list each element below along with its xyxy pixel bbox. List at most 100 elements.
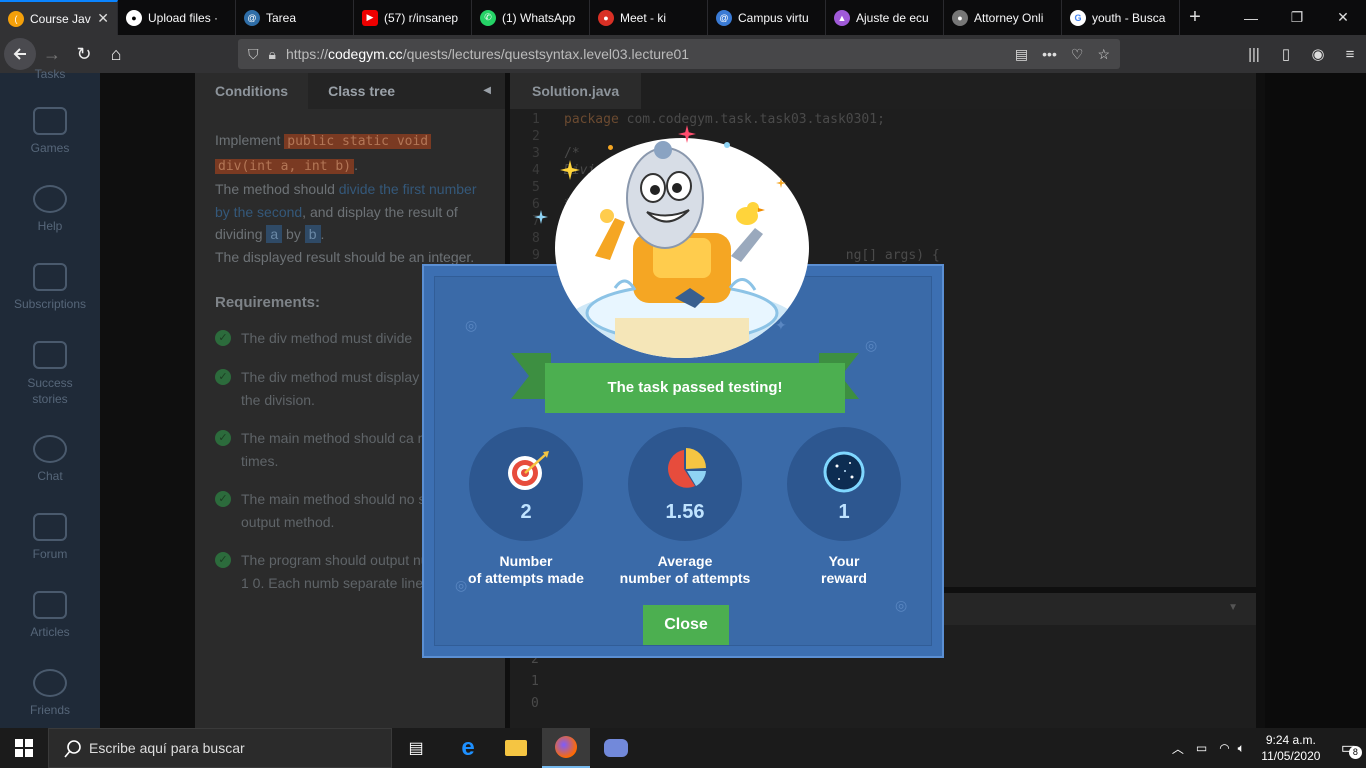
close-tab-icon[interactable]: ✕ — [97, 10, 109, 27]
browser-tab-attorney[interactable]: ● Attorney Onli — [944, 0, 1062, 35]
notification-count-badge: 8 — [1348, 746, 1362, 759]
browser-tab-whatsapp[interactable]: ✆ (1) WhatsApp — [472, 0, 590, 35]
reward-stat: 1 — [787, 427, 901, 541]
sparkle-icon — [678, 125, 696, 143]
tab-label: Course Jav — [30, 11, 91, 26]
search-icon — [64, 740, 81, 758]
pocket-icon[interactable]: ♡ — [1071, 46, 1084, 63]
sidebar-item-friends[interactable]: Friends — [0, 669, 100, 717]
sidebar-item-success-stories[interactable]: Success stories — [0, 341, 100, 407]
minimize-icon[interactable]: — — [1228, 0, 1274, 35]
browser-tab-github[interactable]: ● Upload files · — [118, 0, 236, 35]
tab-conditions[interactable]: Conditions — [195, 73, 309, 109]
label-line: Number — [499, 553, 553, 569]
battery-icon[interactable]: ▭ — [1196, 741, 1207, 755]
chevron-up-icon[interactable]: ︿ — [1172, 740, 1184, 757]
mascot-illustration — [555, 138, 809, 358]
label-line: number of attempts — [619, 570, 751, 586]
volume-icon[interactable]: 🔈︎ — [1238, 741, 1245, 756]
code-line: /* — [564, 146, 580, 161]
restore-icon[interactable]: ❐ — [1274, 0, 1320, 35]
taskbar-firefox[interactable] — [542, 728, 590, 768]
editor-tabs: Solution.java — [510, 73, 1256, 109]
home-button[interactable]: ⌂ — [100, 38, 132, 70]
confetti-dot-icon — [724, 142, 730, 148]
sidebar-item-label: Success stories — [27, 376, 73, 406]
back-button[interactable] — [4, 38, 36, 70]
taskbar-search[interactable]: Escribe aquí para buscar — [48, 728, 392, 768]
dollar-icon — [33, 263, 67, 291]
whatsapp-favicon-icon: ✆ — [480, 9, 496, 26]
confetti-dot-icon — [608, 145, 613, 150]
task-view-button[interactable]: ▤ — [392, 728, 440, 768]
microphone-icon: ● — [598, 9, 614, 26]
reload-button[interactable]: ↻ — [68, 38, 100, 70]
code-package-name: com.codegym.task.task03.task0301; — [626, 112, 885, 127]
windows-logo-icon — [15, 739, 33, 757]
wifi-icon[interactable]: ◠ — [1219, 741, 1229, 755]
sidebar-item-games[interactable]: Games — [0, 107, 100, 155]
desc-text: The displayed result should be an intege… — [215, 248, 475, 265]
tab-class-tree[interactable]: Class tree — [308, 73, 415, 109]
tab-label: Tarea — [266, 10, 297, 25]
moodle-favicon-icon: @ — [716, 9, 732, 26]
check-icon: ✓ — [215, 330, 231, 346]
left-sidebar: Tasks Games Help Subscriptions Success s… — [0, 67, 100, 728]
console-line: 0 — [531, 696, 539, 711]
edge-icon: e — [461, 734, 475, 761]
sidebar-item-help[interactable]: Help — [0, 185, 100, 233]
url-bar[interactable]: ⛉ 🔒︎ https://codegym.cc/quests/lectures/… — [238, 39, 1120, 69]
taskbar-discord[interactable] — [592, 728, 640, 768]
close-button[interactable]: Close — [643, 605, 729, 645]
collapse-panel-icon[interactable]: ◀ — [483, 73, 505, 109]
sidebar-item-label: Chat — [37, 469, 63, 483]
browser-tab-google[interactable]: G youth - Busca — [1062, 0, 1180, 35]
attempts-made-value: 2 — [520, 501, 532, 523]
browser-tab-tarea[interactable]: @ Tarea — [236, 0, 354, 35]
chevron-down-icon[interactable]: ▼ — [1228, 602, 1238, 613]
bookmark-star-icon[interactable]: ☆ — [1097, 46, 1110, 63]
line-number: 4 — [532, 163, 540, 178]
sidebar-item-forum[interactable]: Forum — [0, 513, 100, 561]
browser-tab-meet[interactable]: ● Meet - ki — [590, 0, 708, 35]
browser-tab-youtube[interactable]: ▶ (57) r/insanep — [354, 0, 472, 35]
taskbar-edge[interactable]: e — [444, 728, 492, 768]
task-description: Implement public static void div(int a, … — [215, 129, 490, 268]
github-favicon-icon: ● — [126, 9, 142, 26]
browser-tab-codegym[interactable]: ( Course Jav ✕ — [0, 0, 118, 35]
sidebar-item-articles[interactable]: Articles — [0, 591, 100, 639]
var-b-badge: b — [304, 225, 321, 243]
sidebar-icon[interactable]: ▯ — [1270, 45, 1302, 63]
lock-icon[interactable]: 🔒︎ — [269, 46, 276, 63]
friends-icon — [33, 669, 67, 697]
sidebar-item-chat[interactable]: Chat — [0, 435, 100, 483]
tab-label: Upload files · — [148, 10, 219, 25]
library-icon[interactable]: ||| — [1238, 46, 1270, 63]
page-actions-icon[interactable]: ••• — [1042, 46, 1057, 63]
label-line: Average — [657, 553, 713, 569]
sidebar-item-label: Subscriptions — [13, 297, 87, 311]
sidebar-item-tasks[interactable]: Tasks — [0, 67, 100, 81]
taskbar-file-explorer[interactable] — [492, 728, 540, 768]
tab-solution-java[interactable]: Solution.java — [510, 73, 642, 109]
articles-icon — [33, 591, 67, 619]
windows-start-button[interactable] — [0, 728, 48, 768]
browser-tab-campus[interactable]: @ Campus virtu — [708, 0, 826, 35]
sidebar-item-subscriptions[interactable]: Subscriptions — [0, 263, 100, 311]
shield-icon[interactable]: ⛉ — [248, 46, 259, 63]
account-icon[interactable]: ◉ — [1302, 45, 1334, 63]
forward-button[interactable]: → — [36, 38, 68, 70]
menu-icon[interactable]: ≡ — [1334, 46, 1366, 63]
sidebar-item-label: Games — [30, 141, 70, 155]
notifications-icon[interactable]: ▭ 8 — [1341, 738, 1362, 759]
youtube-favicon-icon: ▶ — [362, 9, 378, 26]
new-tab-button[interactable]: + — [1180, 0, 1210, 35]
browser-tab-ajuste[interactable]: ▲ Ajuste de ecu — [826, 0, 944, 35]
swirl-pattern-icon: ◎ — [865, 337, 878, 353]
close-window-icon[interactable]: ✕ — [1320, 0, 1366, 35]
forum-icon — [33, 513, 67, 541]
reader-view-icon[interactable]: ▤ — [1015, 46, 1028, 63]
clock[interactable]: 9:24 a.m. 11/05/2020 — [1251, 732, 1331, 764]
check-icon: ✓ — [215, 491, 231, 507]
tab-label: (1) WhatsApp — [502, 10, 576, 25]
